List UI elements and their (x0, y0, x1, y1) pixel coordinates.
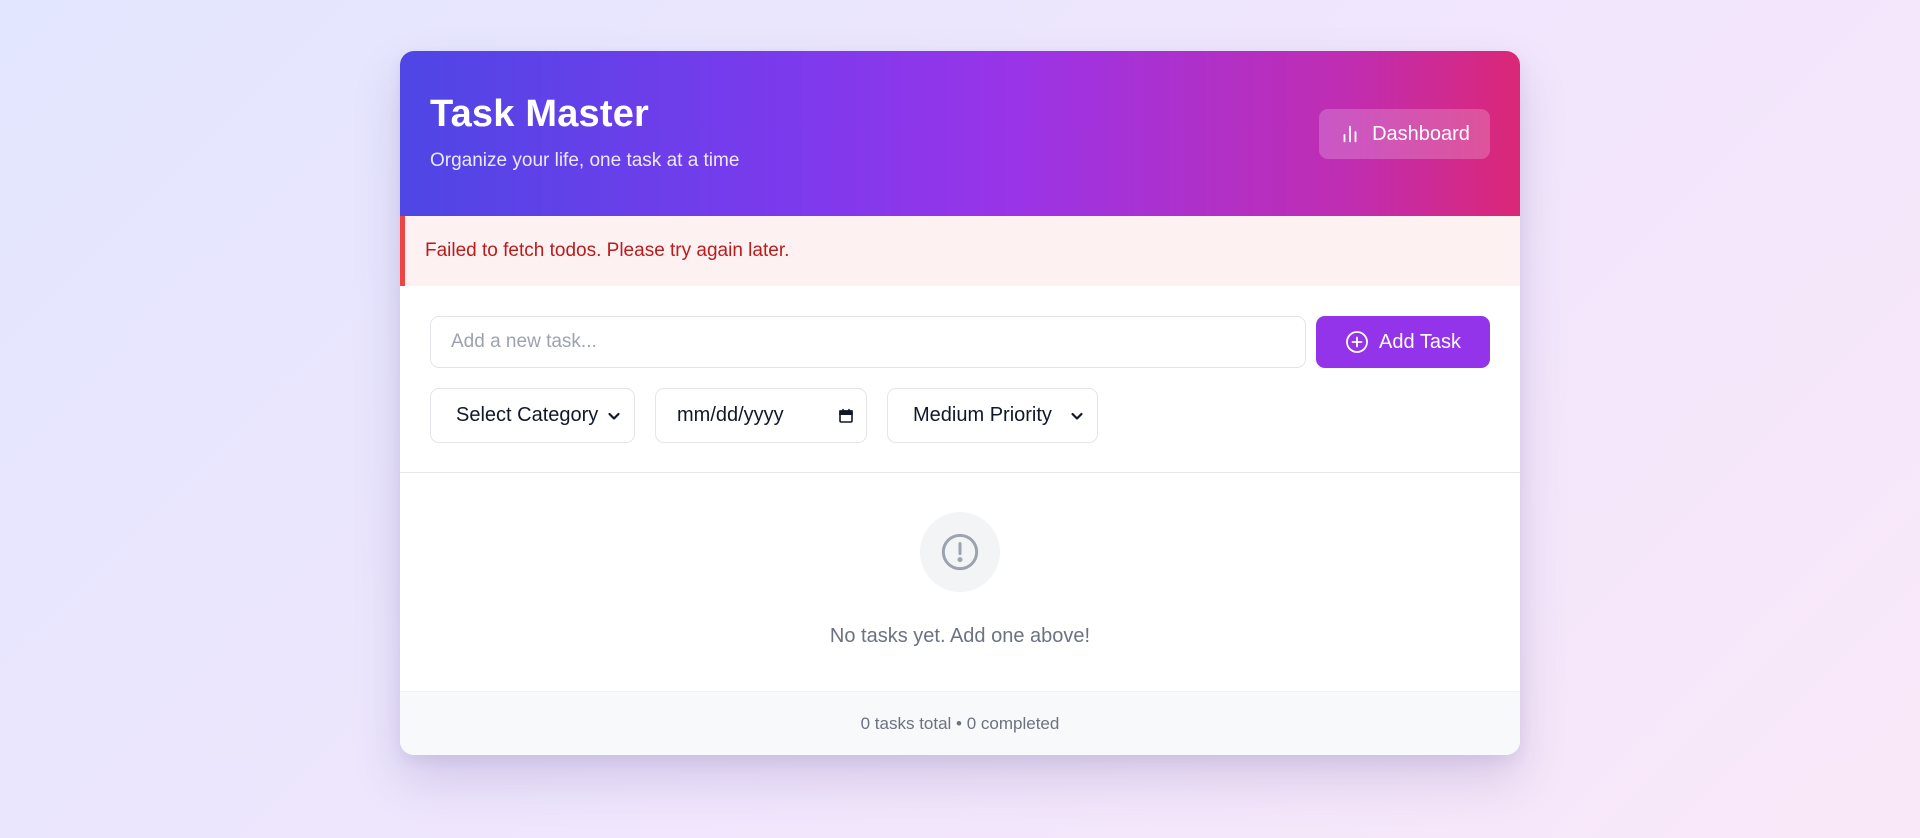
new-task-input[interactable] (430, 316, 1306, 368)
app-title: Task Master (430, 93, 650, 135)
chevron-down-icon (1069, 408, 1085, 424)
add-task-button[interactable]: Add Task (1316, 316, 1490, 368)
empty-state-message: No tasks yet. Add one above! (829, 625, 1091, 647)
dashboard-button[interactable]: Dashboard (1319, 109, 1490, 159)
add-task-label: Add Task (1379, 330, 1461, 353)
calendar-icon[interactable] (838, 408, 854, 424)
priority-select[interactable]: Medium Priority (887, 388, 1098, 443)
task-card: Task Master Organize your life, one task… (400, 51, 1520, 755)
footer: 0 tasks total • 0 completed (400, 691, 1520, 755)
bar-chart-icon (1339, 123, 1361, 145)
due-date-value: mm/dd/yyyy (677, 404, 784, 426)
app-header: Task Master Organize your life, one task… (400, 51, 1520, 216)
dashboard-label: Dashboard (1372, 122, 1470, 145)
error-banner: Failed to fetch todos. Please try again … (400, 216, 1520, 286)
category-selected: Select Category (456, 404, 599, 426)
priority-selected: Medium Priority (913, 404, 1052, 426)
category-select[interactable]: Select Category (430, 388, 635, 443)
alert-circle-icon (940, 532, 980, 572)
error-message: Failed to fetch todos. Please try again … (425, 240, 790, 261)
chevron-down-icon (606, 408, 622, 424)
due-date-input[interactable]: mm/dd/yyyy (655, 388, 867, 443)
empty-state-icon-wrap (920, 512, 1000, 592)
plus-circle-icon (1345, 330, 1369, 354)
section-divider (400, 472, 1520, 473)
app-subtitle: Organize your life, one task at a time (430, 150, 740, 171)
task-summary: 0 tasks total • 0 completed (860, 714, 1060, 733)
